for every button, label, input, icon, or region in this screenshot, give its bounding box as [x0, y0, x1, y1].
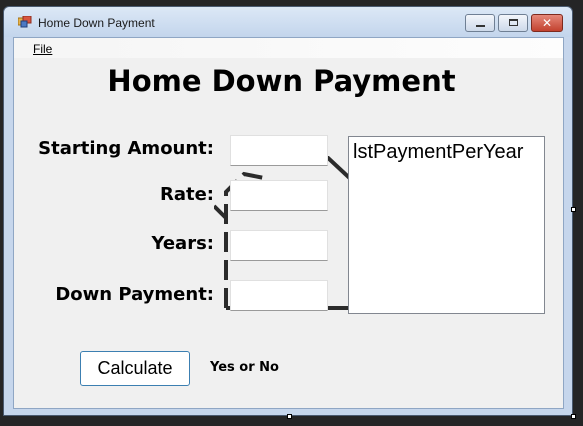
title-bar[interactable]: Home Down Payment ✕ — [4, 7, 572, 37]
menu-bar: File — [14, 38, 563, 58]
rate-input[interactable] — [230, 180, 328, 211]
form-window: Home Down Payment ✕ File Home Down Payme… — [3, 6, 573, 416]
resize-handle-corner[interactable] — [571, 414, 576, 419]
yes-no-result-label: Yes or No — [210, 360, 279, 375]
starting-amount-input[interactable] — [230, 135, 328, 166]
down-payment-label: Down Payment: — [55, 284, 214, 305]
years-label: Years: — [151, 233, 214, 254]
resize-handle-right[interactable] — [571, 207, 576, 212]
rate-label: Rate: — [159, 184, 214, 205]
resize-handle-bottom[interactable] — [287, 414, 292, 419]
close-button[interactable]: ✕ — [531, 14, 563, 32]
minimize-icon — [476, 25, 485, 27]
maximize-icon — [509, 19, 518, 26]
down-payment-input[interactable] — [230, 280, 328, 311]
menu-file[interactable]: File — [33, 42, 52, 56]
close-icon: ✕ — [541, 16, 553, 30]
form-client-area: File Home Down Payment Starting Amount: … — [13, 37, 564, 409]
window-title: Home Down Payment — [38, 16, 155, 30]
minimize-button[interactable] — [465, 14, 495, 32]
starting-amount-label: Starting Amount: — [38, 138, 214, 159]
calculate-button[interactable]: Calculate — [80, 351, 190, 386]
payment-per-year-listbox[interactable]: lstPaymentPerYear — [348, 136, 545, 314]
maximize-button[interactable] — [498, 14, 528, 32]
app-icon — [18, 16, 32, 28]
form-title: Home Down Payment — [107, 64, 456, 98]
years-input[interactable] — [230, 230, 328, 261]
listbox-name-text: lstPaymentPerYear — [353, 141, 524, 163]
